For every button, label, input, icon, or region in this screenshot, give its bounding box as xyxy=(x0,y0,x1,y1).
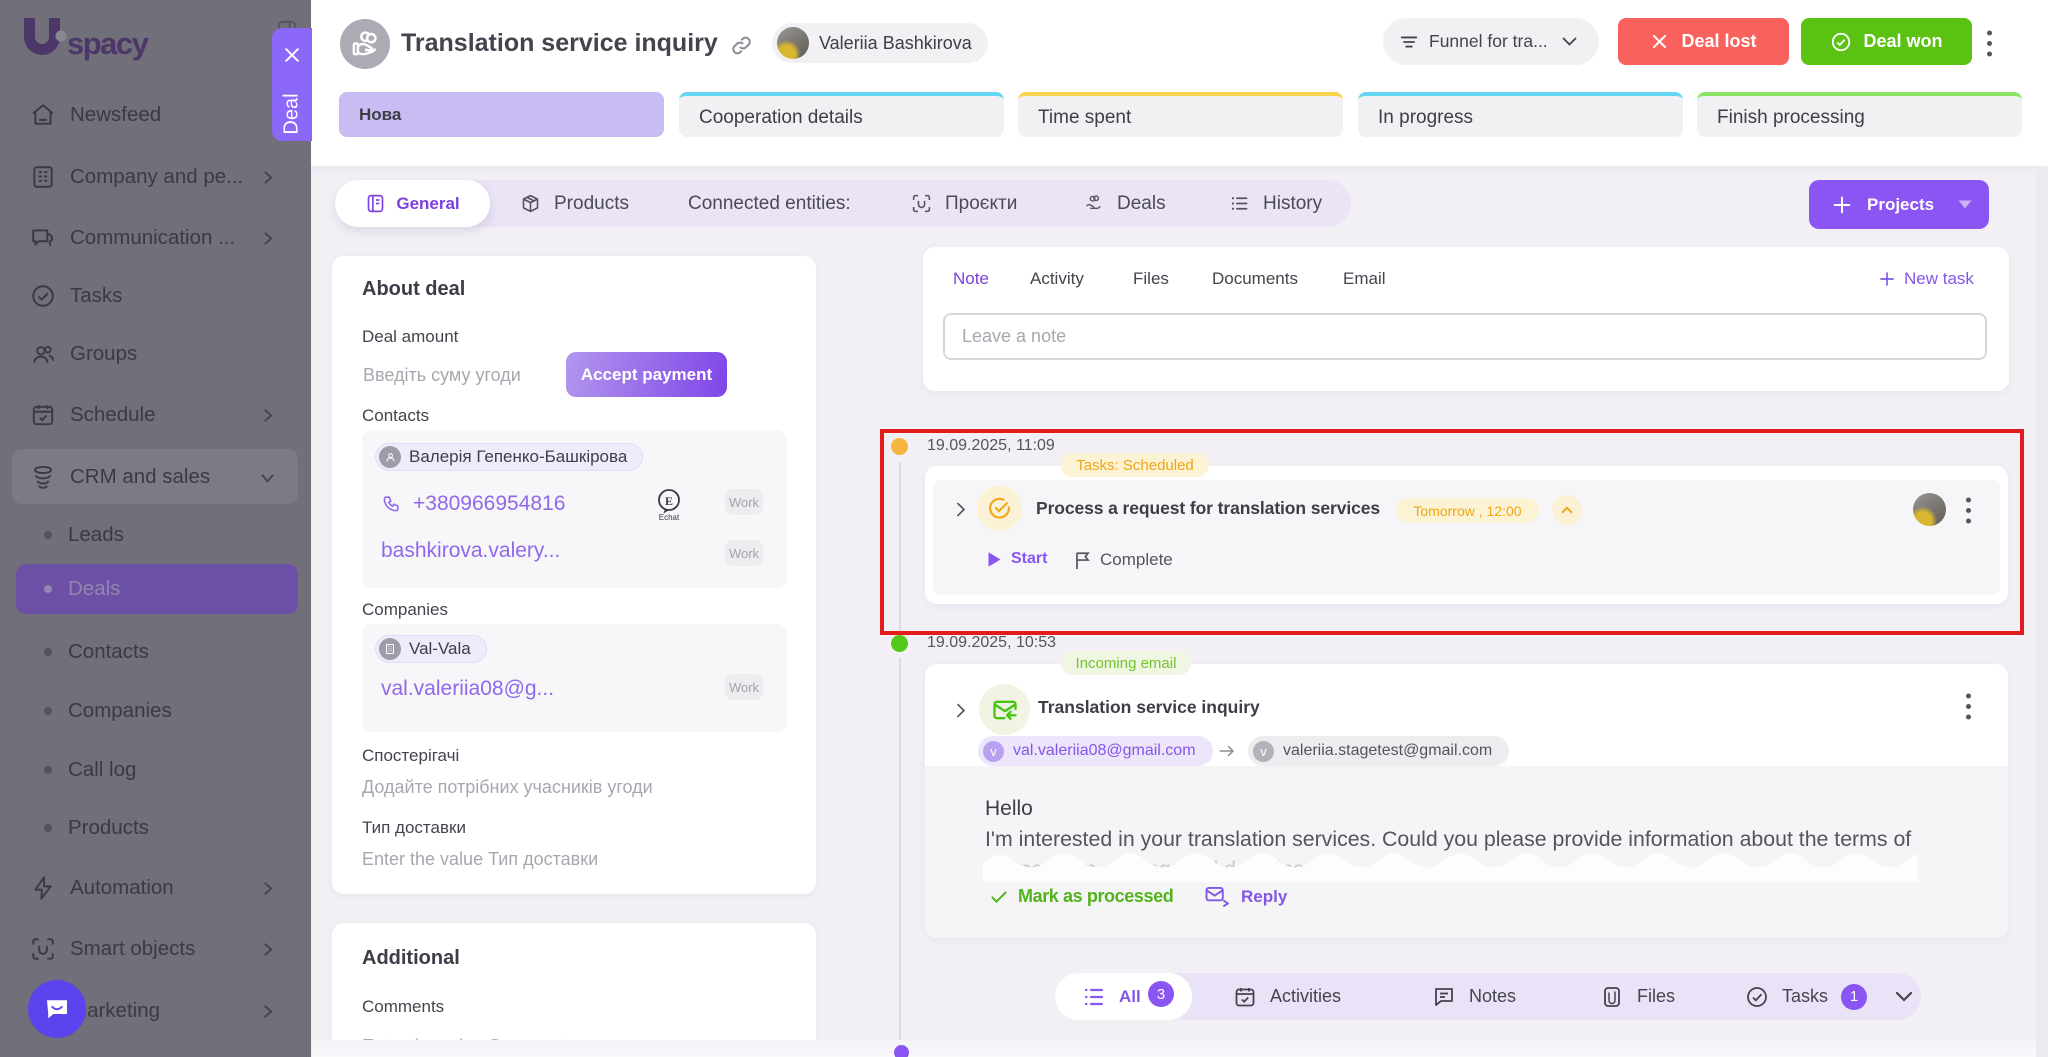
svg-text:E: E xyxy=(665,494,673,508)
svg-text:Echat: Echat xyxy=(659,513,680,522)
svg-text:spacy: spacy xyxy=(67,26,150,61)
